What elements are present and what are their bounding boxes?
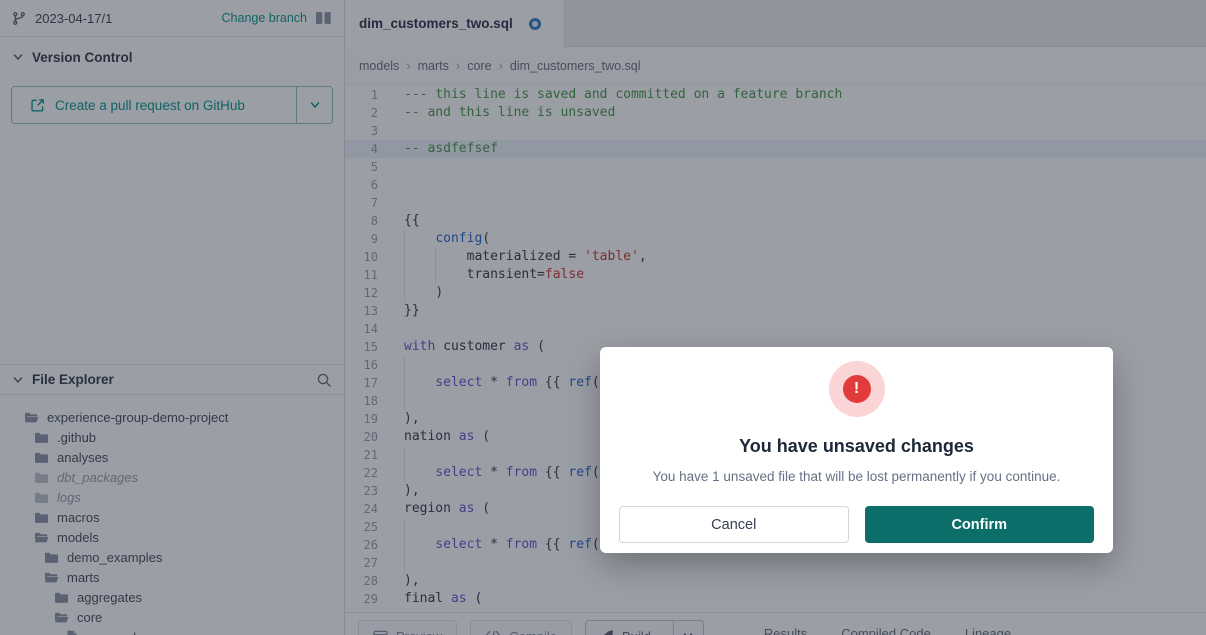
confirm-button[interactable]: Confirm — [865, 506, 1095, 543]
modal-title: You have unsaved changes — [739, 436, 974, 457]
exclamation-icon: ! — [843, 375, 871, 403]
unsaved-changes-modal: ! You have unsaved changes You have 1 un… — [600, 347, 1113, 553]
modal-body-text: You have 1 unsaved file that will be los… — [653, 469, 1061, 484]
alert-icon: ! — [829, 361, 885, 417]
cancel-button[interactable]: Cancel — [619, 506, 849, 543]
modal-actions: Cancel Confirm — [600, 506, 1113, 543]
